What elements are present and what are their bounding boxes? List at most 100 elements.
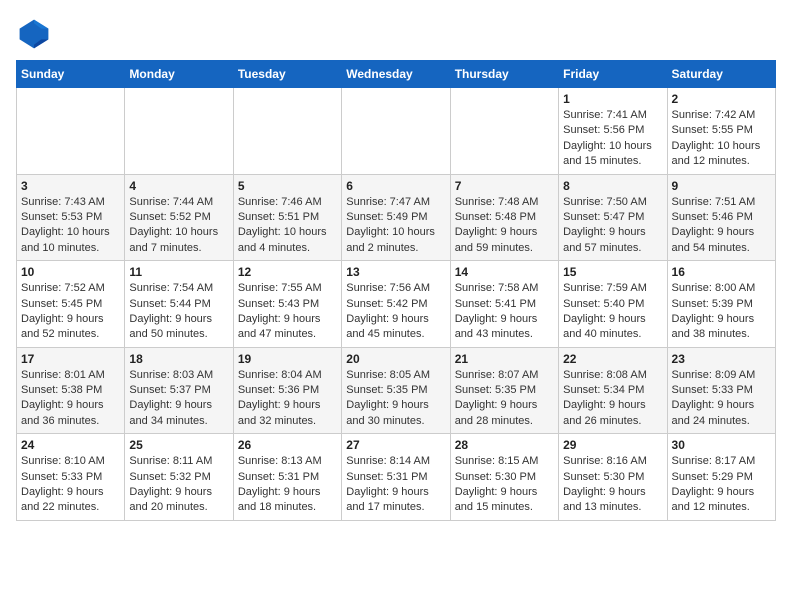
day-info: Sunrise: 7:42 AM Sunset: 5:55 PM Dayligh… [672, 108, 771, 170]
calendar-cell: 5 Sunrise: 7:46 AM Sunset: 5:51 PM Daylig… [233, 174, 341, 261]
calendar-cell: 28 Sunrise: 8:15 AM Sunset: 5:30 PM Dayli… [450, 434, 558, 521]
calendar-cell: 19 Sunrise: 8:04 AM Sunset: 5:36 PM Dayli… [233, 347, 341, 434]
calendar-cell [17, 88, 125, 175]
calendar-cell: 27 Sunrise: 8:14 AM Sunset: 5:31 PM Dayli… [342, 434, 450, 521]
day-info: Sunrise: 8:17 AM Sunset: 5:29 PM Dayligh… [672, 454, 771, 516]
day-info: Sunrise: 8:10 AM Sunset: 5:33 PM Dayligh… [21, 454, 120, 516]
calendar-week-4: 17 Sunrise: 8:01 AM Sunset: 5:38 PM Dayli… [17, 347, 776, 434]
day-number: 11 [129, 265, 228, 279]
day-info: Sunrise: 8:08 AM Sunset: 5:34 PM Dayligh… [563, 368, 662, 430]
day-info: Sunrise: 8:05 AM Sunset: 5:35 PM Dayligh… [346, 368, 445, 430]
day-info: Sunrise: 7:43 AM Sunset: 5:53 PM Dayligh… [21, 195, 120, 257]
calendar-cell: 29 Sunrise: 8:16 AM Sunset: 5:30 PM Dayli… [559, 434, 667, 521]
page-header [16, 16, 776, 52]
weekday-header-wednesday: Wednesday [342, 61, 450, 88]
day-number: 13 [346, 265, 445, 279]
day-info: Sunrise: 8:01 AM Sunset: 5:38 PM Dayligh… [21, 368, 120, 430]
calendar-cell: 12Sunrise: 7:55 AM Sunset: 5:43 PM Dayli… [233, 261, 341, 348]
day-info: Sunrise: 7:52 AM Sunset: 5:45 PM Dayligh… [21, 281, 120, 343]
calendar-week-5: 24 Sunrise: 8:10 AM Sunset: 5:33 PM Dayli… [17, 434, 776, 521]
calendar-cell: 17 Sunrise: 8:01 AM Sunset: 5:38 PM Dayli… [17, 347, 125, 434]
calendar-cell [125, 88, 233, 175]
day-info: Sunrise: 7:54 AM Sunset: 5:44 PM Dayligh… [129, 281, 228, 343]
day-number: 26 [238, 438, 337, 452]
calendar-cell: 26Sunrise: 8:13 AM Sunset: 5:31 PM Dayli… [233, 434, 341, 521]
calendar-cell: 3 Sunrise: 7:43 AM Sunset: 5:53 PM Daylig… [17, 174, 125, 261]
day-number: 22 [563, 352, 662, 366]
day-info: Sunrise: 7:41 AM Sunset: 5:56 PM Dayligh… [563, 108, 662, 170]
day-info: Sunrise: 8:14 AM Sunset: 5:31 PM Dayligh… [346, 454, 445, 516]
day-number: 30 [672, 438, 771, 452]
calendar-cell: 15 Sunrise: 7:59 AM Sunset: 5:40 PM Dayli… [559, 261, 667, 348]
day-number: 9 [672, 179, 771, 193]
calendar-week-2: 3 Sunrise: 7:43 AM Sunset: 5:53 PM Daylig… [17, 174, 776, 261]
day-number: 15 [563, 265, 662, 279]
day-number: 18 [129, 352, 228, 366]
day-number: 8 [563, 179, 662, 193]
day-info: Sunrise: 8:15 AM Sunset: 5:30 PM Dayligh… [455, 454, 554, 516]
calendar-cell [342, 88, 450, 175]
calendar-cell: 24 Sunrise: 8:10 AM Sunset: 5:33 PM Dayli… [17, 434, 125, 521]
day-info: Sunrise: 8:07 AM Sunset: 5:35 PM Dayligh… [455, 368, 554, 430]
day-number: 27 [346, 438, 445, 452]
calendar-cell: 9 Sunrise: 7:51 AM Sunset: 5:46 PM Daylig… [667, 174, 775, 261]
calendar-cell: 6 Sunrise: 7:47 AM Sunset: 5:49 PM Daylig… [342, 174, 450, 261]
day-number: 19 [238, 352, 337, 366]
day-number: 14 [455, 265, 554, 279]
calendar-cell: 23 Sunrise: 8:09 AM Sunset: 5:33 PM Dayli… [667, 347, 775, 434]
day-number: 23 [672, 352, 771, 366]
day-number: 21 [455, 352, 554, 366]
day-info: Sunrise: 8:09 AM Sunset: 5:33 PM Dayligh… [672, 368, 771, 430]
day-number: 10 [21, 265, 120, 279]
day-info: Sunrise: 7:55 AM Sunset: 5:43 PM Dayligh… [238, 281, 337, 343]
weekday-header-saturday: Saturday [667, 61, 775, 88]
weekday-header-row: SundayMondayTuesdayWednesdayThursdayFrid… [17, 61, 776, 88]
day-info: Sunrise: 7:58 AM Sunset: 5:41 PM Dayligh… [455, 281, 554, 343]
day-info: Sunrise: 8:16 AM Sunset: 5:30 PM Dayligh… [563, 454, 662, 516]
day-number: 6 [346, 179, 445, 193]
weekday-header-sunday: Sunday [17, 61, 125, 88]
calendar-cell: 1Sunrise: 7:41 AM Sunset: 5:56 PM Daylig… [559, 88, 667, 175]
day-info: Sunrise: 7:44 AM Sunset: 5:52 PM Dayligh… [129, 195, 228, 257]
calendar-cell: 11 Sunrise: 7:54 AM Sunset: 5:44 PM Dayli… [125, 261, 233, 348]
day-info: Sunrise: 7:51 AM Sunset: 5:46 PM Dayligh… [672, 195, 771, 257]
day-info: Sunrise: 7:48 AM Sunset: 5:48 PM Dayligh… [455, 195, 554, 257]
weekday-header-friday: Friday [559, 61, 667, 88]
day-number: 24 [21, 438, 120, 452]
weekday-header-tuesday: Tuesday [233, 61, 341, 88]
weekday-header-monday: Monday [125, 61, 233, 88]
calendar-cell: 18 Sunrise: 8:03 AM Sunset: 5:37 PM Dayli… [125, 347, 233, 434]
day-number: 2 [672, 92, 771, 106]
day-number: 20 [346, 352, 445, 366]
day-number: 16 [672, 265, 771, 279]
calendar-cell: 14 Sunrise: 7:58 AM Sunset: 5:41 PM Dayli… [450, 261, 558, 348]
day-number: 4 [129, 179, 228, 193]
calendar-cell: 8 Sunrise: 7:50 AM Sunset: 5:47 PM Daylig… [559, 174, 667, 261]
calendar-cell: 4 Sunrise: 7:44 AM Sunset: 5:52 PM Daylig… [125, 174, 233, 261]
day-number: 7 [455, 179, 554, 193]
calendar-cell: 7 Sunrise: 7:48 AM Sunset: 5:48 PM Daylig… [450, 174, 558, 261]
day-info: Sunrise: 7:46 AM Sunset: 5:51 PM Dayligh… [238, 195, 337, 257]
calendar-cell [233, 88, 341, 175]
calendar-cell: 21 Sunrise: 8:07 AM Sunset: 5:35 PM Dayli… [450, 347, 558, 434]
calendar-cell: 22 Sunrise: 8:08 AM Sunset: 5:34 PM Dayli… [559, 347, 667, 434]
calendar-week-1: 1Sunrise: 7:41 AM Sunset: 5:56 PM Daylig… [17, 88, 776, 175]
day-info: Sunrise: 8:04 AM Sunset: 5:36 PM Dayligh… [238, 368, 337, 430]
day-info: Sunrise: 7:59 AM Sunset: 5:40 PM Dayligh… [563, 281, 662, 343]
calendar-cell: 16 Sunrise: 8:00 AM Sunset: 5:39 PM Dayli… [667, 261, 775, 348]
logo [16, 16, 56, 52]
day-info: Sunrise: 8:03 AM Sunset: 5:37 PM Dayligh… [129, 368, 228, 430]
day-info: Sunrise: 7:47 AM Sunset: 5:49 PM Dayligh… [346, 195, 445, 257]
day-number: 25 [129, 438, 228, 452]
day-number: 5 [238, 179, 337, 193]
calendar-cell: 25Sunrise: 8:11 AM Sunset: 5:32 PM Dayli… [125, 434, 233, 521]
day-number: 28 [455, 438, 554, 452]
day-info: Sunrise: 8:00 AM Sunset: 5:39 PM Dayligh… [672, 281, 771, 343]
day-number: 17 [21, 352, 120, 366]
calendar-cell: 2 Sunrise: 7:42 AM Sunset: 5:55 PM Daylig… [667, 88, 775, 175]
day-number: 3 [21, 179, 120, 193]
day-info: Sunrise: 7:56 AM Sunset: 5:42 PM Dayligh… [346, 281, 445, 343]
day-info: Sunrise: 7:50 AM Sunset: 5:47 PM Dayligh… [563, 195, 662, 257]
day-number: 29 [563, 438, 662, 452]
calendar-cell: 20 Sunrise: 8:05 AM Sunset: 5:35 PM Dayli… [342, 347, 450, 434]
